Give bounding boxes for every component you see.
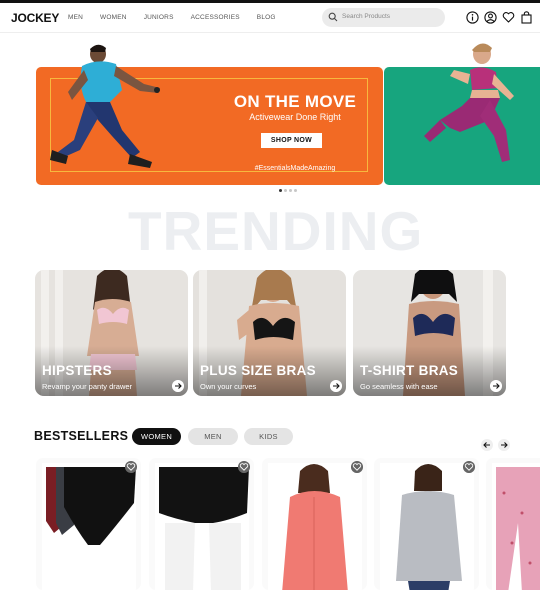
trending-card-t-shirt-bras[interactable]: T-SHIRT BRAS Go seamless with ease (353, 270, 506, 396)
card-title: HIPSTERS (42, 363, 112, 378)
product-image (380, 463, 474, 590)
product-image (42, 463, 136, 590)
info-icon[interactable] (466, 11, 479, 24)
shop-now-button[interactable]: SHOP NOW (261, 133, 322, 148)
card-subtitle: Own your curves (200, 382, 257, 391)
wishlist-heart-icon[interactable] (125, 461, 137, 473)
product-image (492, 463, 540, 590)
search-placeholder: Search Products (342, 13, 391, 20)
brand-logo[interactable]: JOCKEY (11, 11, 59, 25)
card-subtitle: Revamp your panty drawer (42, 382, 133, 391)
product-card[interactable] (262, 458, 367, 590)
carousel-dot[interactable] (284, 189, 287, 192)
trending-card-plus-size-bras[interactable]: PLUS SIZE BRAS Own your curves (193, 270, 346, 396)
product-card[interactable] (36, 458, 141, 590)
product-card[interactable] (374, 458, 479, 590)
nav-blog[interactable]: BLOG (257, 14, 276, 21)
hero-model-image (50, 44, 160, 168)
trending-heading: TRENDING (128, 200, 424, 262)
trending-card-hipsters[interactable]: HIPSTERS Revamp your panty drawer (35, 270, 188, 396)
nav-juniors[interactable]: JUNIORS (144, 14, 174, 21)
arrow-right-icon[interactable] (490, 380, 502, 392)
arrow-right-icon[interactable] (172, 380, 184, 392)
card-title: PLUS SIZE BRAS (200, 363, 316, 378)
card-title: T-SHIRT BRAS (360, 363, 459, 378)
heart-icon[interactable] (502, 11, 515, 24)
product-card[interactable] (149, 458, 254, 590)
header-icons (466, 11, 538, 24)
arrow-right-icon[interactable] (498, 439, 510, 451)
arrow-right-icon[interactable] (330, 380, 342, 392)
nav-women[interactable]: WOMEN (100, 14, 127, 21)
carousel-dots[interactable] (279, 189, 299, 192)
user-icon[interactable] (484, 11, 497, 24)
product-image (268, 463, 362, 590)
carousel-dot[interactable] (294, 189, 297, 192)
search-icon (328, 12, 338, 22)
bestsellers-title: BESTSELLERS (34, 429, 129, 443)
search-input[interactable]: Search Products (322, 8, 445, 27)
wishlist-heart-icon[interactable] (351, 461, 363, 473)
product-card[interactable] (486, 458, 540, 590)
site-header: JOCKEY MEN WOMEN JUNIORS ACCESSORIES BLO… (0, 3, 540, 33)
hero-hashtag: #EssentialsMadeAmazing (254, 165, 336, 172)
next-slide-model-image (424, 43, 514, 162)
hero-title: ON THE MOVE (233, 92, 357, 111)
product-image (155, 463, 249, 590)
nav-men[interactable]: MEN (68, 14, 83, 21)
wishlist-heart-icon[interactable] (463, 461, 475, 473)
tab-men[interactable]: MEN (188, 428, 238, 445)
arrow-left-icon[interactable] (481, 439, 493, 451)
tab-women[interactable]: WOMEN (132, 428, 181, 445)
carousel-dot[interactable] (279, 189, 282, 192)
hero-subtitle: Activewear Done Right (249, 112, 341, 122)
wishlist-heart-icon[interactable] (238, 461, 250, 473)
tab-kids[interactable]: KIDS (244, 428, 293, 445)
main-nav: MEN WOMEN JUNIORS ACCESSORIES BLOG (68, 14, 293, 21)
card-subtitle: Go seamless with ease (360, 382, 438, 391)
carousel-dot[interactable] (289, 189, 292, 192)
bag-icon[interactable] (520, 11, 533, 24)
nav-accessories[interactable]: ACCESSORIES (191, 14, 240, 21)
